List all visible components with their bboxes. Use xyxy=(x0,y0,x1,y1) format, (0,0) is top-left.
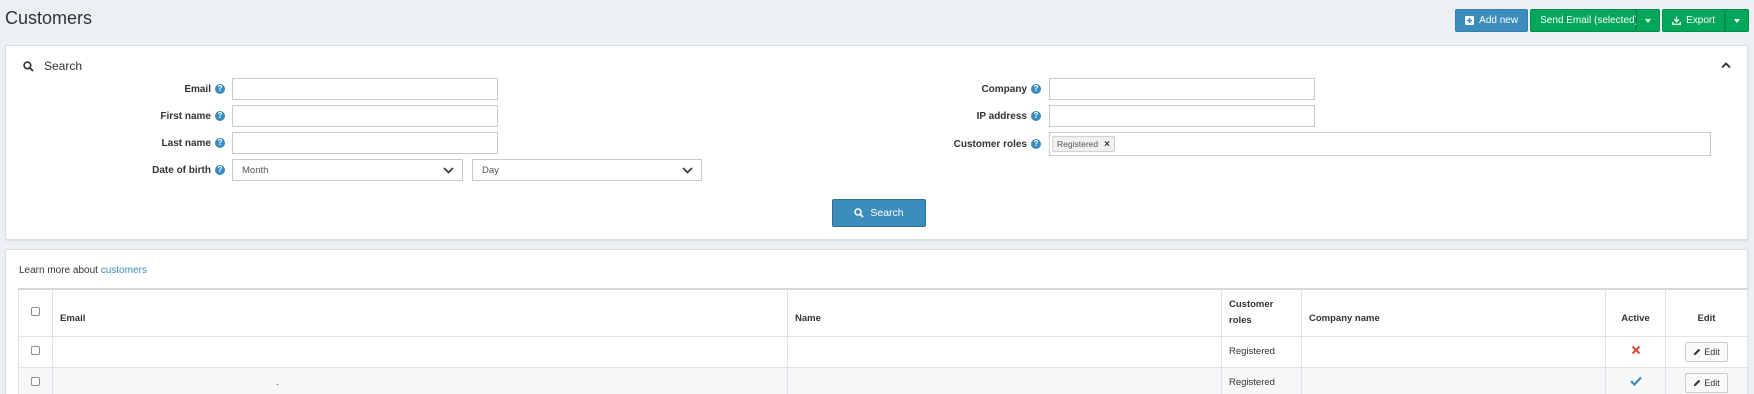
ip-label: IP address xyxy=(976,110,1027,122)
customer-roles-multiselect[interactable]: Registered × xyxy=(1049,132,1711,156)
search-panel: Search Email ? First name ? Last name ? … xyxy=(5,45,1748,240)
dob-row: Date of birth ? Month Day xyxy=(6,159,702,181)
download-icon xyxy=(1672,16,1682,25)
active-cell xyxy=(1605,335,1666,368)
company-input[interactable] xyxy=(1049,78,1315,100)
edit-button[interactable]: Edit xyxy=(1685,372,1728,393)
column-header-active[interactable]: Active xyxy=(1605,288,1666,337)
learn-more: Learn more about customers xyxy=(19,265,147,276)
search-button-label: Search xyxy=(870,207,904,219)
column-header-customer-roles[interactable]: Customer roles xyxy=(1221,288,1302,337)
send-email-label: Send Email (selected) xyxy=(1540,15,1638,26)
search-icon xyxy=(854,208,865,218)
learn-more-link[interactable]: customers xyxy=(101,265,147,276)
name-cell xyxy=(787,366,1222,394)
page-title: Customers xyxy=(5,8,93,28)
customers-list-panel: Learn more about customers Email Name Cu… xyxy=(5,249,1748,394)
role-tag-label: Registered xyxy=(1057,139,1099,149)
edit-cell: Edit xyxy=(1665,335,1748,368)
column-header-company-name[interactable]: Company name xyxy=(1301,288,1606,337)
row-select-cell xyxy=(18,335,53,368)
name-cell xyxy=(787,335,1222,368)
export-label: Export xyxy=(1686,15,1715,26)
pencil-icon xyxy=(1693,348,1701,356)
column-header-edit: Edit xyxy=(1665,288,1748,337)
add-new-label: Add new xyxy=(1479,15,1519,26)
roles-row: Customer roles ? Registered × xyxy=(6,132,1711,156)
edit-button-label: Edit xyxy=(1704,346,1720,357)
table-row: . Registered Edit xyxy=(18,366,1748,394)
active-check-icon xyxy=(1629,376,1642,389)
email-cell xyxy=(52,335,788,368)
caret-down-icon xyxy=(1734,18,1740,23)
ip-input[interactable] xyxy=(1049,105,1315,127)
row-checkbox[interactable] xyxy=(31,376,40,386)
dob-day-select[interactable]: Day xyxy=(472,159,702,181)
search-icon xyxy=(23,60,34,72)
caret-down-icon xyxy=(1645,18,1652,23)
search-panel-title: Search xyxy=(44,59,83,73)
active-cell xyxy=(1605,366,1666,394)
add-new-button[interactable]: Add new xyxy=(1455,9,1529,32)
export-button[interactable]: Export xyxy=(1662,9,1725,32)
export-dropdown-toggle[interactable] xyxy=(1725,9,1749,32)
remove-icon[interactable]: × xyxy=(1104,139,1110,150)
roles-cell: Registered xyxy=(1221,366,1302,394)
roles-cell: Registered xyxy=(1221,335,1302,368)
roles-label: Customer roles xyxy=(953,138,1027,150)
dob-month-select[interactable]: Month xyxy=(232,159,463,181)
header-actions: Add new Send Email (selected) Export xyxy=(1455,9,1749,32)
help-icon[interactable]: ? xyxy=(1031,139,1041,149)
company-row: Company ? xyxy=(6,78,1315,100)
chevron-up-icon[interactable] xyxy=(1721,61,1731,69)
pencil-icon xyxy=(1693,379,1701,387)
dob-month-value: Month xyxy=(242,164,269,176)
plus-square-icon xyxy=(1465,16,1475,25)
help-icon[interactable]: ? xyxy=(215,165,225,175)
dob-label: Date of birth xyxy=(152,164,211,176)
column-header-name[interactable]: Name xyxy=(787,288,1222,337)
select-all-cell xyxy=(18,288,53,337)
edit-button-label: Edit xyxy=(1704,377,1720,388)
row-select-cell xyxy=(18,366,53,394)
column-header-email[interactable]: Email xyxy=(52,288,788,337)
learn-more-text: Learn more about xyxy=(19,265,101,276)
chevron-down-icon xyxy=(682,166,693,174)
customers-table: Email Name Customer roles Company name A… xyxy=(18,288,1748,394)
edit-cell: Edit xyxy=(1665,366,1748,394)
ip-row: IP address ? xyxy=(6,105,1315,127)
edit-button[interactable]: Edit xyxy=(1685,341,1728,362)
dob-day-value: Day xyxy=(482,164,499,176)
search-button[interactable]: Search xyxy=(832,199,926,227)
company-cell xyxy=(1301,335,1606,368)
email-value: . xyxy=(276,377,279,388)
send-email-dropdown-toggle[interactable] xyxy=(1636,9,1661,32)
row-checkbox[interactable] xyxy=(31,345,40,355)
company-cell xyxy=(1301,366,1606,394)
inactive-x-icon xyxy=(1631,345,1641,358)
table-row: Registered Edit xyxy=(18,335,1748,368)
help-icon[interactable]: ? xyxy=(1031,84,1041,94)
company-label: Company xyxy=(981,83,1027,95)
role-tag: Registered × xyxy=(1052,136,1115,152)
email-cell: . xyxy=(52,366,788,394)
search-panel-header[interactable]: Search xyxy=(23,59,82,73)
send-email-group: Send Email (selected) xyxy=(1530,9,1661,32)
help-icon[interactable]: ? xyxy=(1031,111,1041,121)
select-all-checkbox[interactable] xyxy=(31,306,40,316)
export-group: Export xyxy=(1662,9,1749,32)
send-email-button[interactable]: Send Email (selected) xyxy=(1530,9,1638,32)
table-header-row: Email Name Customer roles Company name A… xyxy=(18,288,1748,337)
chevron-down-icon xyxy=(443,166,454,174)
